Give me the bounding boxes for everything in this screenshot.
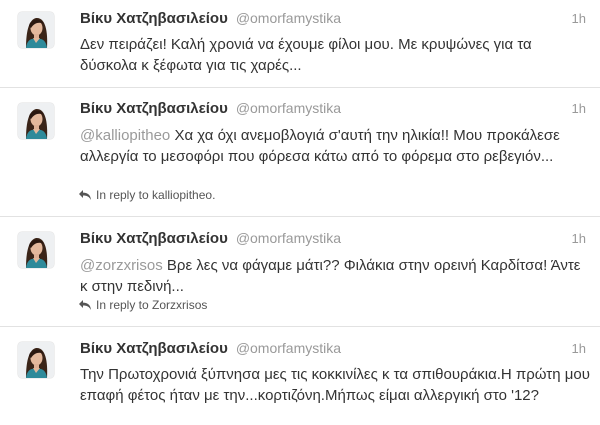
user-handle[interactable]: @omorfamystika (236, 100, 341, 116)
user-name[interactable]: Βίκυ Χατζηβασιλείου (80, 340, 228, 357)
avatar-image (18, 342, 54, 378)
mention-link[interactable]: @zorzxrisos (80, 257, 163, 274)
tweet-item[interactable]: Βίκυ Χατζηβασιλείου @omorfamystika 1h Την… (0, 327, 600, 425)
user-name[interactable]: Βίκυ Χατζηβασιλείου (80, 10, 228, 27)
user-name[interactable]: Βίκυ Χατζηβασιλείου (80, 230, 228, 247)
user-name[interactable]: Βίκυ Χατζηβασιλείου (80, 100, 228, 117)
tweet-text: @zorzxrisos Βρε λες να φάγαμε μάτι?? Φιλ… (80, 255, 590, 297)
avatar[interactable] (18, 103, 54, 139)
tweet-body: Την Πρωτοχρονιά ξύπνησα μες τις κοκκινίλ… (80, 366, 590, 404)
in-reply-to-label: In reply to kalliopitheo. (96, 188, 216, 202)
avatar[interactable] (18, 342, 54, 378)
avatar-image (18, 103, 54, 139)
tweet-header: Βίκυ Χατζηβασιλείου @omorfamystika 1h (80, 340, 586, 360)
timestamp[interactable]: 1h (572, 101, 586, 116)
tweet-timeline: Βίκυ Χατζηβασιλείου @omorfamystika 1h Δεν… (0, 0, 600, 425)
tweet-header: Βίκυ Χατζηβασιλείου @omorfamystika 1h (80, 230, 586, 250)
reply-arrow-icon (78, 299, 92, 311)
in-reply-to-link[interactable]: In reply to kalliopitheo. (78, 188, 215, 202)
avatar-image (18, 232, 54, 268)
avatar[interactable] (18, 12, 54, 48)
tweet-item[interactable]: Βίκυ Χατζηβασιλείου @omorfamystika 1h Δεν… (0, 0, 600, 88)
tweet-header: Βίκυ Χατζηβασιλείου @omorfamystika 1h (80, 10, 586, 30)
tweet-text: Την Πρωτοχρονιά ξύπνησα μες τις κοκκινίλ… (80, 364, 590, 406)
timestamp[interactable]: 1h (572, 231, 586, 246)
tweet-text: Δεν πειράζει! Καλή χρονιά να έχουμε φίλο… (80, 34, 590, 76)
user-handle[interactable]: @omorfamystika (236, 10, 341, 26)
avatar-image (18, 12, 54, 48)
tweet-item[interactable]: Βίκυ Χατζηβασιλείου @omorfamystika 1h @zo… (0, 217, 600, 327)
user-handle[interactable]: @omorfamystika (236, 340, 341, 356)
in-reply-to-link[interactable]: In reply to Zorzxrisos (78, 298, 207, 312)
timestamp[interactable]: 1h (572, 341, 586, 356)
user-handle[interactable]: @omorfamystika (236, 230, 341, 246)
tweet-body: Δεν πειράζει! Καλή χρονιά να έχουμε φίλο… (80, 36, 532, 74)
mention-link[interactable]: @kalliopitheo (80, 127, 170, 144)
timestamp[interactable]: 1h (572, 11, 586, 26)
reply-arrow-icon (78, 189, 92, 201)
in-reply-to-label: In reply to Zorzxrisos (96, 298, 208, 312)
tweet-header: Βίκυ Χατζηβασιλείου @omorfamystika 1h (80, 100, 586, 120)
tweet-text: @kalliopitheo Χα χα όχι ανεμοβλογιά σ'αυ… (80, 125, 590, 167)
avatar[interactable] (18, 232, 54, 268)
tweet-item[interactable]: Βίκυ Χατζηβασιλείου @omorfamystika 1h @ka… (0, 88, 600, 217)
